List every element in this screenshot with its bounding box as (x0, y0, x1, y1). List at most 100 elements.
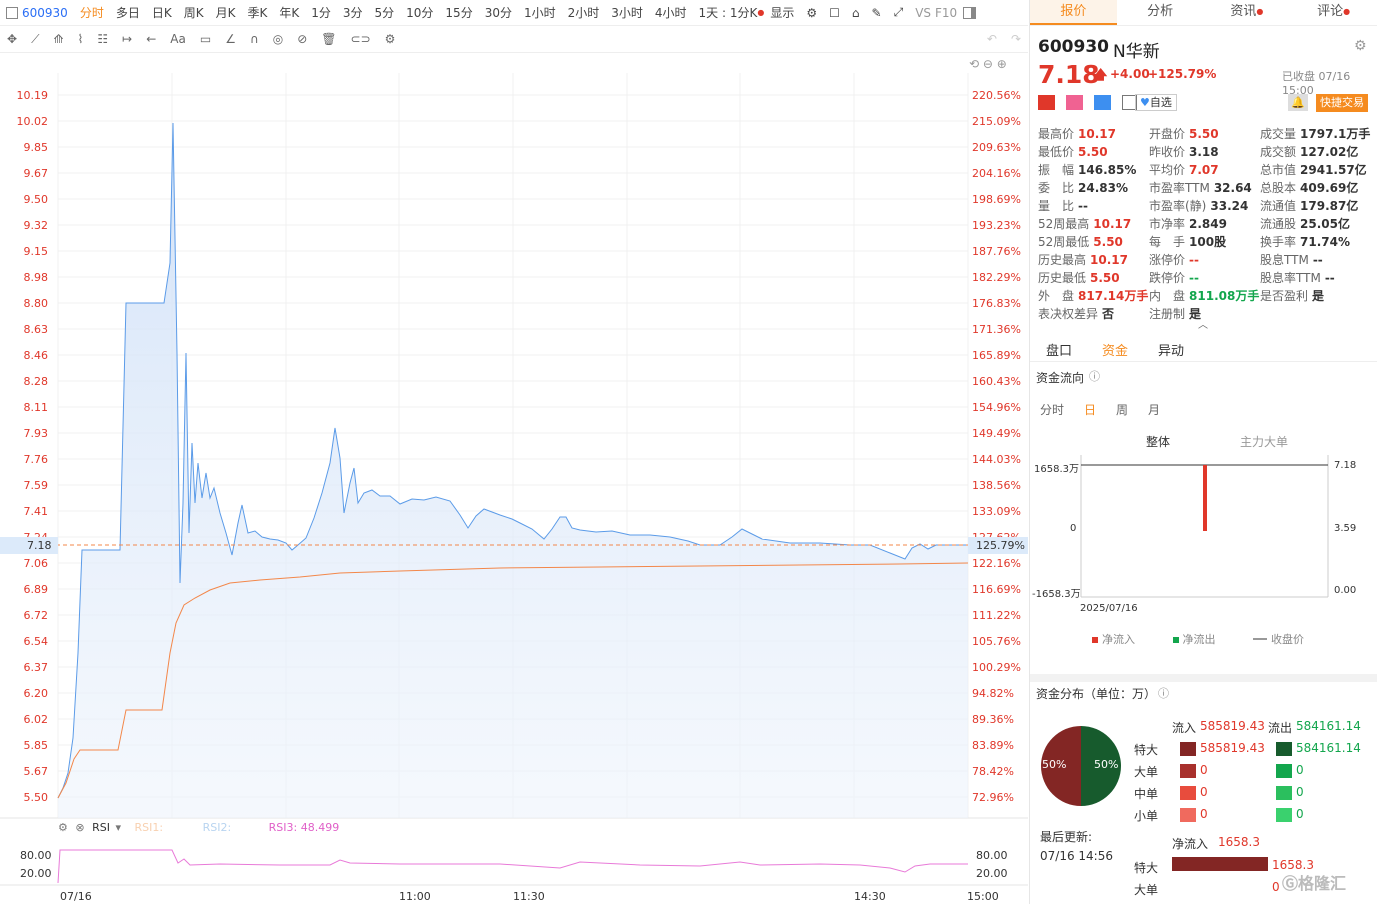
quote-item: 开盘价 5.50 (1149, 127, 1219, 141)
channel-icon[interactable]: ⟰ (53, 32, 63, 46)
price-axis-label: 6.72 (23, 609, 49, 622)
net-row-label-0: 特大 (1134, 861, 1159, 875)
one-day-selector[interactable]: 1天 : 1分K (699, 4, 758, 21)
rsi-axis-20: 20.00 (20, 867, 52, 880)
gear-icon[interactable]: ⚙ (385, 32, 396, 46)
pct-axis-label: 83.89% (972, 739, 1014, 752)
flow-period-intraday[interactable]: 分时 (1040, 401, 1064, 418)
rsi-settings-icon[interactable]: ⚙ (58, 821, 68, 834)
stock-code[interactable]: 600930 (22, 6, 68, 20)
flow-period-month[interactable]: 月 (1148, 401, 1160, 418)
wave-icon[interactable]: ⌇ (78, 32, 84, 46)
arrow-icon[interactable]: ← (146, 32, 156, 46)
fullscreen-icon[interactable]: ⤢ (894, 5, 904, 20)
comment-icon[interactable]: ▭ (200, 32, 211, 46)
period-10[interactable]: 10分 (406, 6, 433, 20)
undo-icon[interactable]: ↶ (987, 32, 997, 46)
sub-tab-depth[interactable]: 盘口 (1046, 340, 1072, 359)
period-14[interactable]: 2小时 (568, 6, 600, 20)
period-7[interactable]: 1分 (311, 6, 331, 20)
rsi-header: ⚙ ⊗ RSI ▾ RSI1: RSI2: RSI3: 48.499 (58, 821, 340, 834)
quote-item: 内 盘 811.08万手 (1149, 289, 1260, 303)
line-icon[interactable]: ⟋ (31, 32, 39, 47)
vs-button[interactable]: VS (915, 6, 931, 20)
period-1[interactable]: 多日 (116, 6, 140, 20)
sidebar-toggle-icon[interactable] (6, 6, 18, 19)
pct-axis-label: 220.56% (972, 89, 1021, 102)
flow-mode-overall[interactable]: 整体 (1146, 433, 1170, 450)
rsi-close-icon[interactable]: ⊗ (75, 821, 84, 834)
period-0[interactable]: 分时 (80, 6, 104, 20)
tab-analysis[interactable]: 分析 (1117, 0, 1204, 25)
period-toolbar: 600930 分时 多日 日K 周K 月K 季K 年K 1分 3分 5分 10分 15分 30分 1小时 2… (0, 0, 1028, 26)
eye-icon[interactable]: ◎ (273, 32, 283, 46)
out-total: 584161.14 (1296, 719, 1361, 733)
price-change: +4.00 (1110, 67, 1150, 81)
dist-info-icon[interactable]: ⓘ (1158, 685, 1169, 701)
quick-trade-button[interactable]: 快捷交易 (1316, 94, 1368, 112)
period-8[interactable]: 3分 (343, 6, 363, 20)
layout-icon[interactable] (963, 6, 977, 19)
camera-icon[interactable]: ⌂ (852, 6, 860, 20)
dist-row-out: 0 (1296, 785, 1304, 799)
price-axis-label: 9.15 (23, 245, 49, 258)
intraday-chart[interactable] (0, 53, 1028, 904)
chart-reset-icon[interactable]: ⟲ ⊖ ⊕ (969, 57, 1007, 71)
tab-quote[interactable]: 报价 (1030, 0, 1117, 25)
flow-axis-zero: 0 (1070, 523, 1077, 534)
rsi2-label: RSI2: (202, 821, 232, 834)
watermark-logo: Ⓖ格隆汇 (1282, 874, 1347, 893)
period-15[interactable]: 3小时 (611, 6, 643, 20)
period-16[interactable]: 4小时 (655, 6, 687, 20)
flow-mode-main[interactable]: 主力大单 (1240, 433, 1288, 450)
period-13[interactable]: 1小时 (524, 6, 556, 20)
link-icon[interactable]: ⊂⊃ (351, 32, 371, 46)
fib-icon[interactable]: ☷ (97, 32, 108, 46)
period-3[interactable]: 周K (184, 6, 204, 20)
eraser-icon[interactable]: ∠ (225, 32, 236, 46)
panel-settings-icon[interactable]: ⚙ (1354, 38, 1367, 54)
price-axis-label: 8.28 (23, 375, 49, 388)
alert-bell-icon[interactable]: 🔔 (1288, 94, 1308, 111)
share-icon[interactable] (1066, 95, 1084, 110)
net-row-value-1: 0 (1272, 880, 1280, 894)
period-12[interactable]: 30分 (485, 6, 512, 20)
quote-item: 最低价 5.50 (1038, 145, 1108, 159)
move-icon[interactable]: ✥ (7, 32, 17, 46)
text-icon[interactable]: Aa (170, 32, 186, 46)
magnet-icon[interactable]: ∩ (250, 32, 259, 46)
trash-icon[interactable]: 🗑 (321, 32, 336, 46)
display-menu[interactable]: 显示 (770, 4, 794, 21)
quote-item: 振 幅 146.85% (1038, 163, 1137, 177)
measure-icon[interactable]: ↦ (122, 32, 132, 46)
period-11[interactable]: 15分 (445, 6, 472, 20)
period-2[interactable]: 日K (152, 6, 172, 20)
flow-period-week[interactable]: 周 (1116, 401, 1128, 418)
x-label-1100: 11:00 (399, 890, 431, 903)
checkbox-icon[interactable]: ☐ (829, 6, 840, 20)
flow-period-day[interactable]: 日 (1084, 401, 1096, 418)
period-9[interactable]: 5分 (375, 6, 395, 20)
settings-icon[interactable]: ⚙ (806, 6, 817, 20)
sub-tab-alerts[interactable]: 异动 (1158, 340, 1184, 359)
collapse-arrow-icon[interactable]: ︿ (1198, 316, 1208, 331)
tag-icon[interactable] (1094, 95, 1112, 110)
add-watchlist-button[interactable]: ♥自选 (1135, 94, 1177, 111)
rsi-name[interactable]: RSI (92, 821, 110, 834)
hide-icon[interactable]: ⊘ (297, 32, 307, 46)
period-4[interactable]: 月K (216, 6, 236, 20)
price-axis-label: 5.67 (23, 765, 49, 778)
dist-row-in: 0 (1200, 785, 1208, 799)
tab-comments[interactable]: 评论● (1290, 0, 1377, 25)
pie-left-label: 50% (1042, 758, 1067, 771)
redo-icon[interactable]: ↷ (1011, 32, 1021, 46)
info-icon[interactable]: ⓘ (1089, 368, 1100, 384)
pen-icon[interactable]: ✎ (872, 6, 882, 20)
flow-legend: 净流入 净流出 收盘价 (1092, 631, 1304, 647)
tab-news[interactable]: 资讯● (1204, 0, 1291, 25)
sub-tab-funds[interactable]: 资金 (1102, 340, 1128, 359)
period-6[interactable]: 年K (279, 6, 299, 20)
period-5[interactable]: 季K (247, 6, 267, 20)
pct-axis-label: 171.36% (972, 323, 1021, 336)
f10-button[interactable]: F10 (935, 6, 957, 20)
